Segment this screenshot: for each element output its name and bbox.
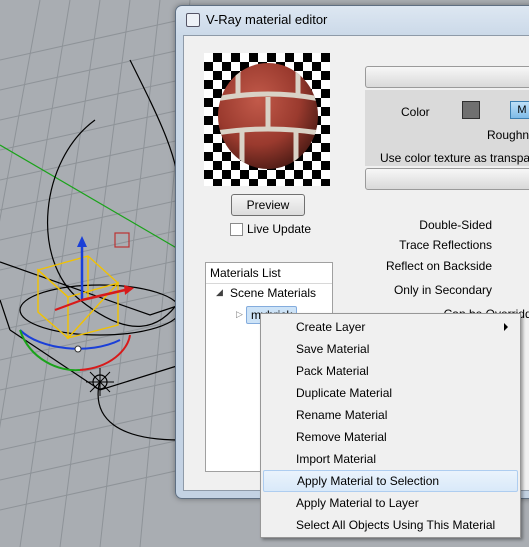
menu-item-duplicate-material[interactable]: Duplicate Material — [263, 382, 518, 404]
menu-item-label: Create Layer — [296, 320, 366, 334]
color-swatch[interactable] — [462, 101, 480, 119]
menu-item-import-material[interactable]: Import Material — [263, 448, 518, 470]
menu-item-create-layer[interactable]: Create Layer — [263, 316, 518, 338]
menu-item-save-material[interactable]: Save Material — [263, 338, 518, 360]
only-in-secondary-label: Only in Secondary — [393, 283, 492, 297]
collapsed-arrow-icon[interactable]: ▷ — [236, 309, 243, 320]
expand-arrow-icon[interactable]: ◢ — [216, 287, 223, 298]
brick-sphere-icon — [218, 63, 318, 169]
section-header-bar[interactable] — [365, 66, 529, 88]
menu-item-select-all-objects[interactable]: Select All Objects Using This Material — [263, 514, 518, 536]
menu-item-apply-to-layer[interactable]: Apply Material to Layer — [263, 492, 518, 514]
live-update-checkbox[interactable] — [230, 223, 243, 236]
context-menu[interactable]: Create Layer Save Material Pack Material… — [260, 313, 521, 538]
reflect-backside-label: Reflect on Backside — [385, 259, 492, 273]
window-title: V-Ray material editor — [206, 12, 328, 27]
submenu-arrow-icon — [504, 323, 508, 331]
trace-reflections-label: Trace Reflections — [399, 238, 492, 252]
menu-item-apply-to-selection[interactable]: Apply Material to Selection — [263, 470, 518, 492]
color-label: Color — [401, 105, 430, 119]
section-header-bar[interactable] — [365, 168, 529, 190]
live-update-label: Live Update — [247, 222, 312, 236]
app-icon — [186, 13, 200, 27]
menu-item-pack-material[interactable]: Pack Material — [263, 360, 518, 382]
tree-node-scene-materials[interactable]: Scene Materials — [230, 286, 316, 300]
double-sided-label: Double-Sided — [419, 218, 492, 232]
map-button[interactable]: M — [510, 101, 529, 119]
preview-button[interactable]: Preview — [231, 194, 305, 216]
title-bar[interactable]: V-Ray material editor — [176, 6, 529, 34]
menu-item-rename-material[interactable]: Rename Material — [263, 404, 518, 426]
menu-item-remove-material[interactable]: Remove Material — [263, 426, 518, 448]
materials-list-header: Materials List — [206, 263, 332, 284]
material-preview — [204, 53, 330, 186]
use-color-texture-label: Use color texture as transparen — [380, 151, 529, 165]
roughness-label: Roughne — [487, 128, 529, 142]
